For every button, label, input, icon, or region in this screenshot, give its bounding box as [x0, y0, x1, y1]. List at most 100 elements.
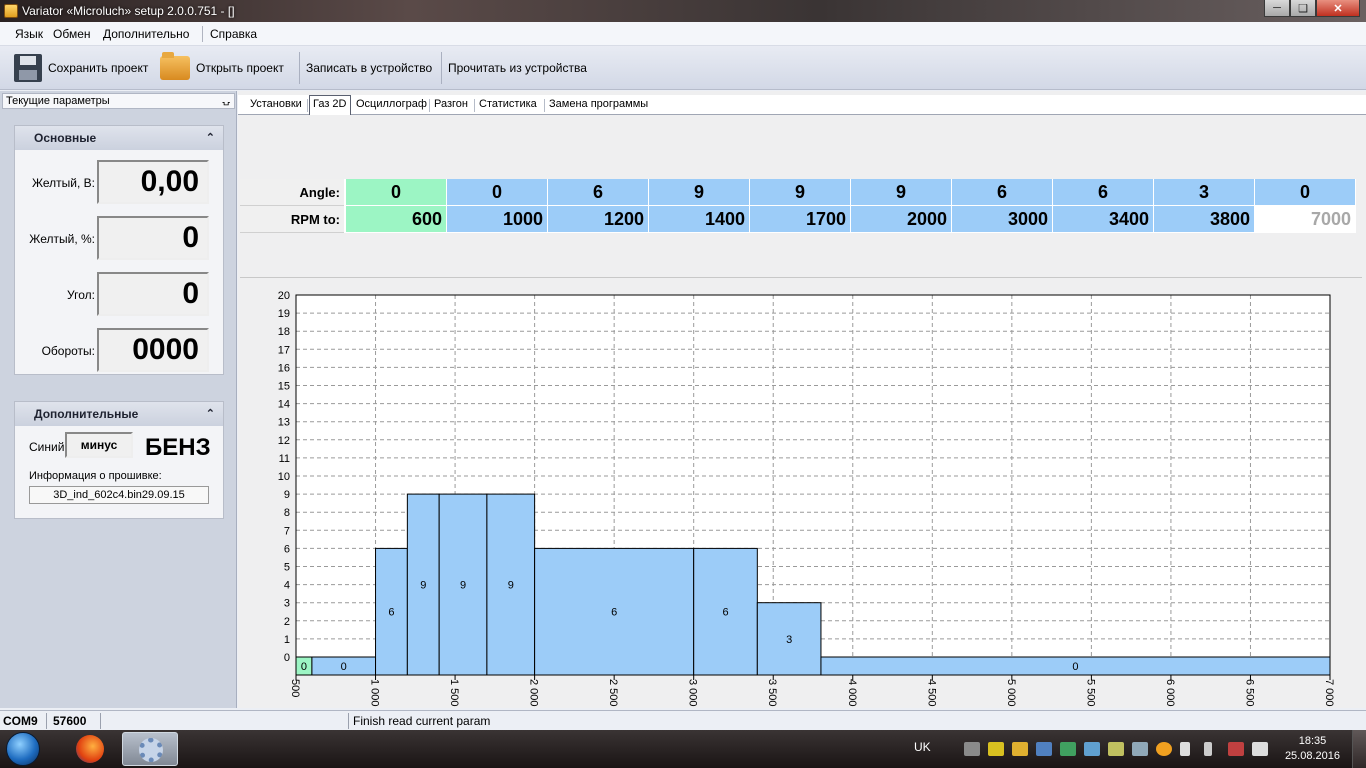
menu-help[interactable]: Справка	[210, 27, 257, 41]
angle-cell[interactable]: 6	[952, 179, 1052, 205]
language-indicator[interactable]: UK	[914, 740, 931, 754]
x-tick-label: 5 000	[1005, 679, 1017, 707]
tray-app-icon[interactable]	[1012, 742, 1028, 756]
y-tick-label: 16	[278, 362, 290, 374]
rpm-cell[interactable]: 3000	[952, 206, 1052, 232]
floppy-disk-icon	[14, 54, 42, 82]
bar-value-label: 6	[611, 607, 617, 619]
main-group-header[interactable]: Основные ⌃	[15, 126, 223, 150]
angle-cell[interactable]: 6	[548, 179, 648, 205]
rpm-cell[interactable]: 1700	[750, 206, 850, 232]
read-device-label: Прочитать из устройства	[448, 61, 587, 75]
close-button[interactable]: ✕	[1316, 0, 1360, 17]
x-tick-label: 3 000	[687, 679, 699, 707]
tray-app-icon[interactable]	[1132, 742, 1148, 756]
bar-value-label: 6	[388, 607, 394, 619]
x-tick-label: 4 500	[925, 679, 937, 707]
tray-app-icon[interactable]	[988, 742, 1004, 756]
x-tick-label: 2 000	[528, 679, 540, 707]
folder-icon	[160, 52, 190, 80]
main-content: Установки Газ 2D Осциллограф Разгон Стат…	[238, 91, 1366, 708]
open-project-button[interactable]: Открыть проект	[160, 46, 284, 90]
tray-app-icon[interactable]	[964, 742, 980, 756]
angle-cell[interactable]: 6	[1053, 179, 1153, 205]
yellow-percent-row: Желтый, %: 0	[15, 216, 225, 260]
window-title: Variator «Microluch» setup 2.0.0.751 - […	[22, 4, 235, 18]
rpm-cell[interactable]: 1000	[447, 206, 547, 232]
rpm-cell[interactable]: 7000	[1255, 206, 1355, 232]
write-device-button[interactable]: Записать в устройство	[306, 46, 432, 90]
extra-group-header[interactable]: Дополнительные ⌃	[15, 402, 223, 426]
collapse-chevron-icon[interactable]: ⌃	[206, 126, 215, 150]
tab-program-replace[interactable]: Замена программы	[549, 98, 648, 110]
tray-app-icon[interactable]	[1060, 742, 1076, 756]
toolbar-separator	[441, 52, 442, 84]
rpm-cell[interactable]: 1200	[548, 206, 648, 232]
y-tick-label: 9	[284, 489, 290, 501]
start-button[interactable]	[6, 732, 40, 766]
tray-app-icon[interactable]	[1084, 742, 1100, 756]
clock[interactable]: 18:35 25.08.2016	[1285, 734, 1340, 764]
save-project-button[interactable]: Сохранить проект	[14, 46, 148, 90]
flag-icon[interactable]	[1180, 742, 1190, 756]
network-icon[interactable]	[1228, 742, 1244, 756]
tab-settings[interactable]: Установки	[250, 98, 302, 110]
show-desktop-button[interactable]	[1352, 730, 1366, 768]
tray-app-icon[interactable]	[1036, 742, 1052, 756]
minimize-button[interactable]: ─	[1264, 0, 1290, 17]
extra-group-body: Синий: минус БЕНЗ Информация о прошивке:…	[15, 426, 225, 520]
status-bar: COM9 57600 Finish read current param	[0, 710, 1366, 730]
clock-time: 18:35	[1298, 735, 1327, 747]
battery-icon[interactable]	[1204, 742, 1212, 756]
bar-value-label: 9	[508, 580, 514, 592]
rpm-cell[interactable]: 3400	[1053, 206, 1153, 232]
x-tick-label: 5 500	[1084, 679, 1096, 707]
taskbar-firefox[interactable]	[64, 732, 120, 766]
angle-label: Угол:	[67, 288, 95, 302]
pin-icon[interactable]: ⍽	[222, 94, 230, 108]
angle-cell[interactable]: 0	[346, 179, 446, 205]
rpm-row-header: RPM to:	[240, 206, 344, 233]
x-tick-label: 7 000	[1323, 679, 1335, 707]
menu-language[interactable]: Язык	[15, 27, 43, 41]
bar-value-label: 6	[722, 607, 728, 619]
y-tick-label: 18	[278, 326, 290, 338]
collapse-chevron-icon[interactable]: ⌃	[206, 402, 215, 426]
angle-cell[interactable]: 3	[1154, 179, 1254, 205]
rpm-cell[interactable]: 3800	[1154, 206, 1254, 232]
angle-cell[interactable]: 9	[750, 179, 850, 205]
taskbar-variator-app[interactable]	[122, 732, 178, 766]
angle-cell[interactable]: 0	[447, 179, 547, 205]
volume-icon[interactable]	[1252, 742, 1268, 756]
window-controls: ─ ❑ ✕	[1264, 0, 1360, 18]
status-separator	[46, 713, 47, 729]
system-tray: UK 18:35 25.08.2016	[912, 730, 1366, 768]
x-tick-label: 1 000	[369, 679, 381, 707]
tab-statistics[interactable]: Статистика	[479, 98, 537, 110]
read-device-button[interactable]: Прочитать из устройства	[448, 46, 587, 90]
y-tick-label: 10	[278, 471, 290, 483]
maximize-button[interactable]: ❑	[1290, 0, 1316, 17]
tab-oscilloscope[interactable]: Осциллограф	[356, 98, 427, 110]
tab-separator	[544, 99, 545, 112]
gear-icon	[139, 738, 163, 762]
rpm-cell[interactable]: 2000	[851, 206, 951, 232]
menu-exchange[interactable]: Обмен	[53, 27, 91, 41]
menu-extra[interactable]: Дополнительно	[103, 27, 189, 41]
rpm-cell[interactable]: 600	[346, 206, 446, 232]
angle-cell[interactable]: 0	[1255, 179, 1355, 205]
angle-value: 0	[97, 272, 209, 316]
rpm-cell[interactable]: 1400	[649, 206, 749, 232]
bar-value-label: 0	[301, 661, 307, 673]
angle-cell[interactable]: 9	[649, 179, 749, 205]
bar-value-label: 9	[460, 580, 466, 592]
status-port: COM9	[3, 714, 38, 728]
yellow-percent-label: Желтый, %:	[29, 232, 95, 246]
tab-acceleration[interactable]: Разгон	[434, 98, 468, 110]
y-tick-label: 8	[284, 507, 290, 519]
tray-app-icon[interactable]	[1108, 742, 1124, 756]
tab-gas-2d[interactable]: Газ 2D	[309, 95, 351, 115]
angle-cell[interactable]: 9	[851, 179, 951, 205]
y-tick-label: 20	[278, 290, 290, 302]
star-icon[interactable]	[1156, 742, 1172, 756]
